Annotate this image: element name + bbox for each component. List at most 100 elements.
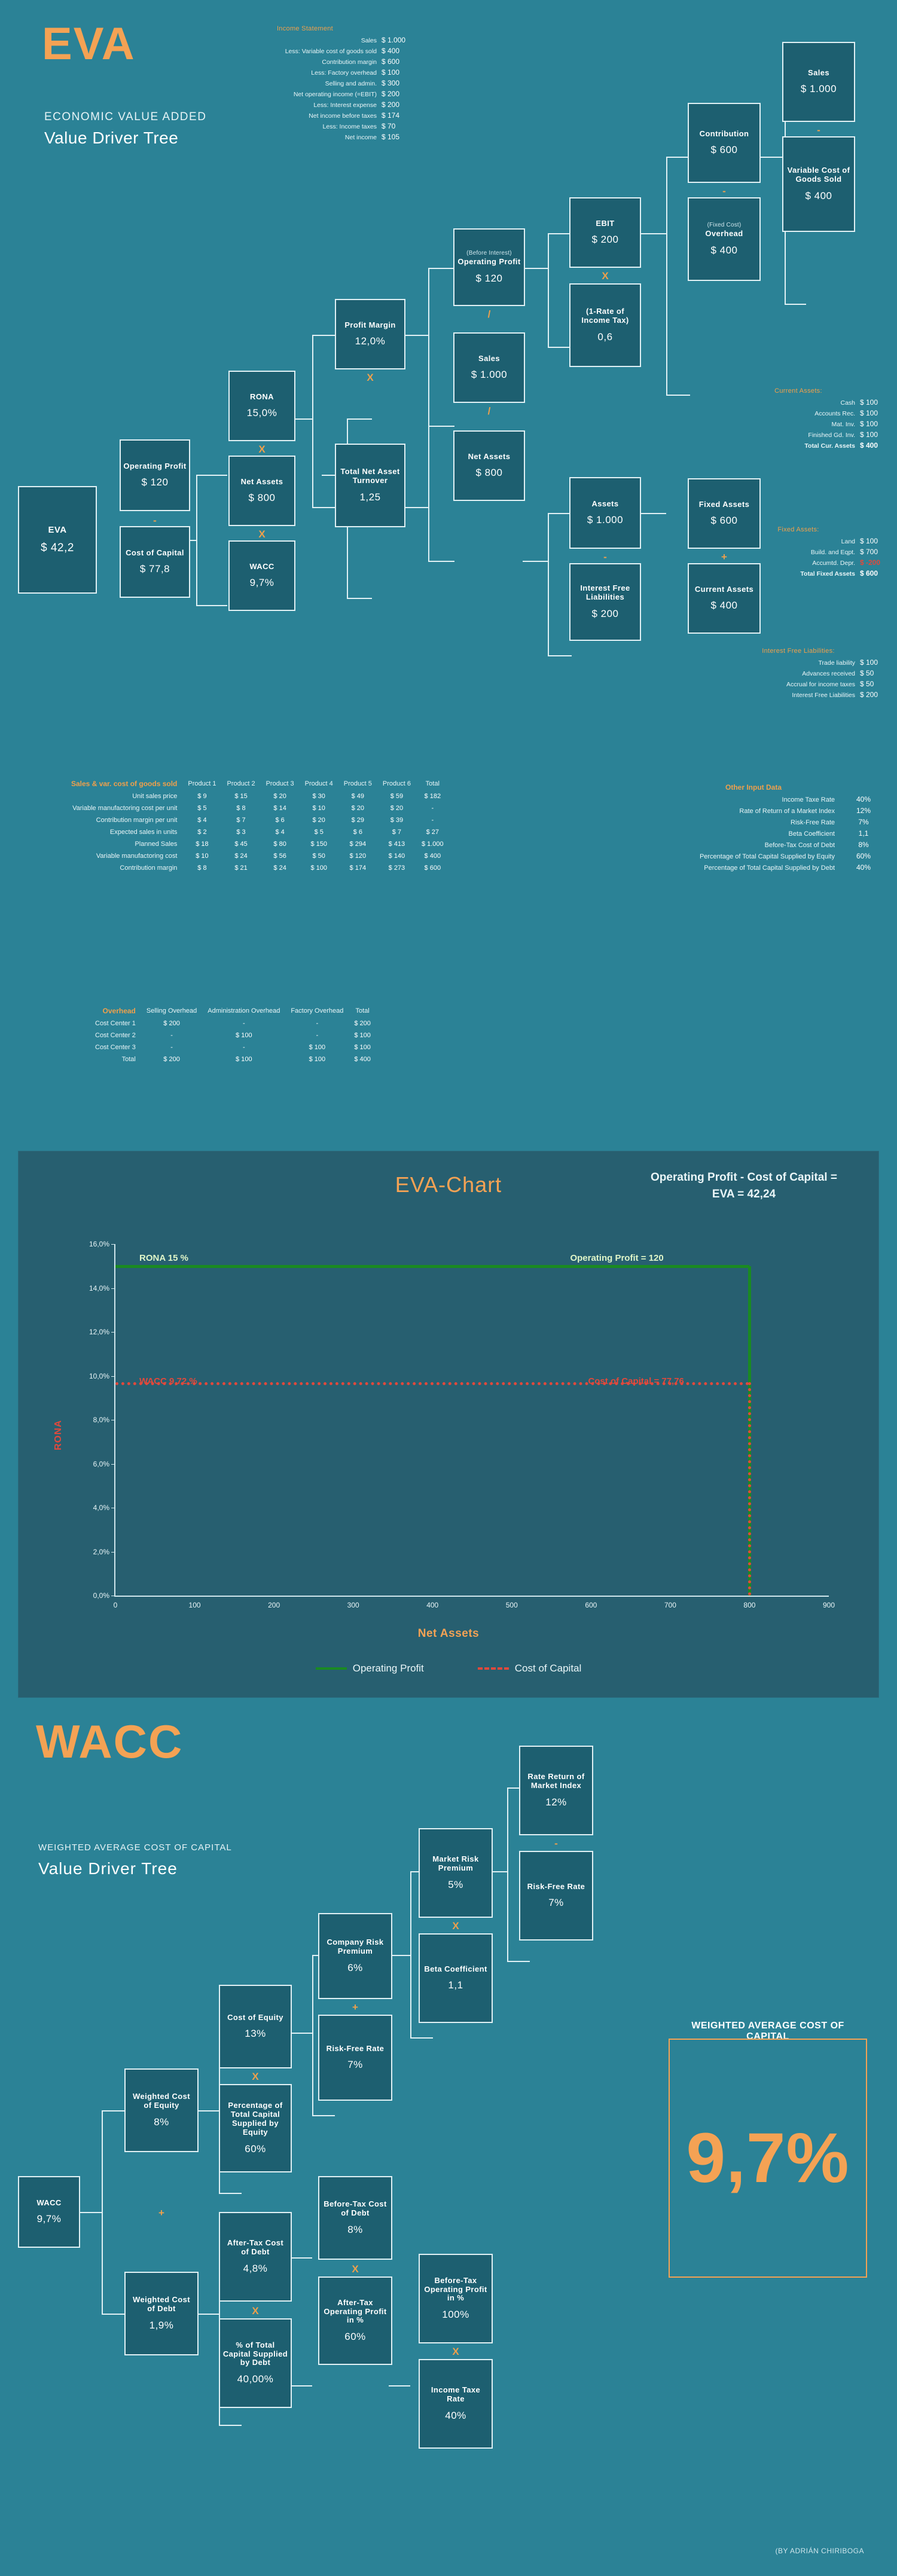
- node-before-tax-operating-profit-pct[interactable]: Before-Tax Operating Profit in % 100%: [419, 2254, 493, 2343]
- chart-y-tick: 0,0%: [93, 1591, 116, 1600]
- node-cost-of-equity[interactable]: Cost of Equity 13%: [219, 1985, 292, 2068]
- input-data-row: Rate of Return of a Market Index 12%: [628, 806, 879, 815]
- node-risk-free-rate-2[interactable]: Risk-Free Rate 7%: [519, 1851, 593, 1941]
- table-cell: $ 9: [197, 793, 207, 800]
- node-weighted-cost-of-equity[interactable]: Weighted Cost of Equity 8%: [124, 2068, 199, 2152]
- node-before-tax-cost-of-debt[interactable]: Before-Tax Cost of Debt 8%: [318, 2176, 392, 2260]
- stat-row: Less: Factory overhead $ 100: [197, 68, 413, 77]
- input-data-value: 7%: [858, 818, 869, 826]
- connector: [548, 347, 572, 348]
- table-cell: $ 20: [312, 817, 325, 824]
- node-beta-coefficient[interactable]: Beta Coefficient 1,1: [419, 1933, 493, 2023]
- node-risk-free-rate-1[interactable]: Risk-Free Rate 7%: [318, 2015, 392, 2101]
- stat-row: Less: Income taxes $ 70: [197, 122, 413, 130]
- node-company-risk-premium[interactable]: Company Risk Premium 6%: [318, 1913, 392, 1999]
- node-title: Contribution: [699, 129, 749, 138]
- table-cell: $ 6: [275, 817, 285, 824]
- node-current-assets[interactable]: Current Assets $ 400: [688, 563, 761, 634]
- node-rona[interactable]: RONA 15,0%: [228, 371, 295, 441]
- node-value: 4,8%: [243, 2262, 268, 2274]
- node-title: Sales: [478, 353, 500, 363]
- node-net-assets-1[interactable]: Net Assets $ 800: [228, 456, 295, 526]
- node-sales-1[interactable]: Sales $ 1.000: [453, 332, 525, 403]
- stat-amount: $ -200: [860, 558, 881, 567]
- node-percentage-equity[interactable]: Percentage of Total Capital Supplied by …: [219, 2084, 292, 2172]
- node-wacc[interactable]: WACC 9,7%: [228, 540, 295, 611]
- node-after-tax-operating-profit-pct[interactable]: After-Tax Operating Profit in % 60%: [318, 2276, 392, 2365]
- node-title: RONA: [250, 392, 274, 401]
- node-overhead[interactable]: (Fixed Cost) Overhead $ 400: [688, 197, 761, 281]
- table-cell: $ 182: [424, 793, 441, 800]
- node-cost-of-capital[interactable]: Cost of Capital $ 77,8: [120, 526, 190, 598]
- node-wacc-root[interactable]: WACC 9,7%: [18, 2176, 80, 2248]
- input-data-key: Beta Coefficient: [788, 830, 835, 838]
- table-cell: $ 100: [310, 864, 327, 872]
- node-weighted-cost-of-debt[interactable]: Weighted Cost of Debt 1,9%: [124, 2272, 199, 2355]
- stat-amount: $ 400: [382, 47, 400, 55]
- connector: [312, 2115, 335, 2116]
- node-operating-profit-2[interactable]: (Before Interest) Operating Profit $ 120: [453, 228, 525, 306]
- node-value: $ 400: [710, 244, 738, 256]
- connector: [312, 335, 313, 508]
- chart-y-tick: 2,0%: [93, 1548, 116, 1556]
- node-value: $ 400: [805, 190, 832, 201]
- stat-amount: $ 300: [382, 79, 400, 87]
- connector: [312, 335, 336, 336]
- node-eva[interactable]: EVA $ 42,2: [18, 486, 97, 594]
- connector: [428, 426, 454, 427]
- node-net-assets-2[interactable]: Net Assets $ 800: [453, 430, 525, 501]
- table-cell: $ 4: [197, 817, 207, 824]
- node-contribution[interactable]: Contribution $ 600: [688, 103, 761, 183]
- stat-row: Mat. Inv. $ 100: [706, 420, 891, 428]
- node-operating-profit-1[interactable]: Operating Profit $ 120: [120, 439, 190, 511]
- node-value: 13%: [245, 2028, 266, 2040]
- node-fixed-assets[interactable]: Fixed Assets $ 600: [688, 478, 761, 549]
- table-cell: $ 100: [354, 1044, 371, 1051]
- node-after-tax-cost-of-debt[interactable]: After-Tax Cost of Debt 4,8%: [219, 2212, 292, 2302]
- table-cell: $ 200: [354, 1020, 371, 1027]
- table-row: Variable manufactoring cost per unit $ 5 $…: [66, 802, 449, 814]
- node-assets[interactable]: Assets $ 1.000: [569, 477, 641, 549]
- node-percentage-debt[interactable]: % of Total Capital Supplied by Debt 40,0…: [219, 2318, 292, 2408]
- node-title: Overhead: [705, 229, 743, 239]
- node-sales-2[interactable]: Sales $ 1.000: [782, 42, 855, 122]
- legend-item-cost-of-capital: Cost of Capital: [477, 1663, 581, 1674]
- node-market-risk-premium[interactable]: Market Risk Premium 5%: [419, 1828, 493, 1918]
- legend-swatch-dashed-icon: [477, 1667, 509, 1670]
- table-cell: $ 18: [196, 841, 209, 848]
- node-title: Sales: [808, 68, 829, 77]
- table-cell: $ 30: [312, 793, 325, 800]
- table-column-header: Product 5: [343, 780, 372, 787]
- table-column-header: Product 4: [304, 780, 333, 787]
- node-variable-cost-of-goods-sold[interactable]: Variable Cost of Goods Sold $ 400: [782, 136, 855, 232]
- stat-label: Total Fixed Assets: [800, 570, 855, 577]
- table-corner-header: Overhead: [102, 1007, 136, 1015]
- node-income-taxe-rate[interactable]: Income Taxe Rate 40%: [419, 2359, 493, 2449]
- node-ebit[interactable]: EBIT $ 200: [569, 197, 641, 268]
- table-row: Planned Sales $ 18 $ 45 $ 80 $ 150 $ 294 $ 413…: [66, 838, 449, 850]
- node-title: Fixed Assets: [698, 499, 750, 509]
- node-profit-margin[interactable]: Profit Margin 12,0%: [335, 299, 405, 369]
- connector: [548, 513, 549, 656]
- table-cell: $ 50: [312, 852, 325, 860]
- input-data-value: 1,1: [858, 829, 869, 838]
- stat-amount: $ 600: [382, 57, 400, 66]
- input-data-row: Risk-Free Rate 7%: [628, 818, 879, 826]
- table-cell: $ 24: [273, 864, 286, 872]
- node-rate-return-of-market-index[interactable]: Rate Return of Market Index 12%: [519, 1746, 593, 1835]
- node-total-net-asset-turnover[interactable]: Total Net Asset Turnover 1,25: [335, 444, 405, 527]
- stat-amount: $ 700: [860, 548, 878, 556]
- connector: [197, 2314, 219, 2315]
- stat-label: Finished Gd. Inv.: [808, 432, 855, 439]
- node-title: Percentage of Total Capital Supplied by …: [228, 2101, 283, 2137]
- node-interest-free-liabilities[interactable]: Interest Free Liabilities $ 200: [569, 563, 641, 641]
- table-cell: $ 200: [163, 1020, 180, 1027]
- chart-x-tick: 300: [347, 1601, 359, 1609]
- overhead-table: Overhead Selling Overhead Administration O…: [90, 1004, 376, 1065]
- node-caption: (Fixed Cost): [707, 222, 742, 229]
- other-input-data-title: Other Input Data: [725, 783, 782, 792]
- wacc-section-title: Value Driver Tree: [38, 1859, 178, 1878]
- stat-row: Contribution margin $ 600: [197, 57, 413, 66]
- node-title: Operating Profit: [123, 461, 187, 470]
- node-one-minus-tax-rate[interactable]: (1-Rate of Income Tax) 0,6: [569, 283, 641, 367]
